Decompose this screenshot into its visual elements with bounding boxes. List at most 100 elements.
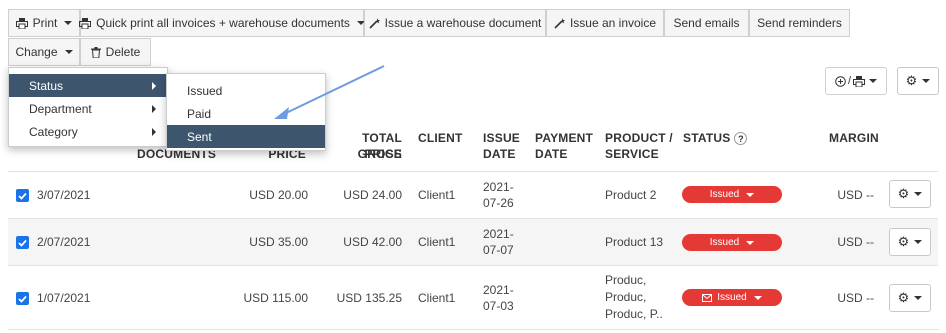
- header-client: CLIENT: [418, 131, 463, 145]
- row-margin: USD --: [837, 235, 874, 249]
- row-issue-date-1: 2021-: [483, 283, 514, 297]
- status-badge[interactable]: Issued: [682, 186, 782, 203]
- chevron-down-icon: [914, 240, 923, 244]
- send-emails-button[interactable]: Send emails: [664, 9, 749, 37]
- row-checkbox[interactable]: [16, 189, 29, 202]
- row-issue-date-1: 2021-: [483, 227, 514, 241]
- settings-gear-button[interactable]: ⚙: [897, 67, 939, 95]
- quick-print-button[interactable]: Quick print all invoices + warehouse doc…: [79, 9, 365, 37]
- row-issue-date-2: 07-03: [483, 299, 514, 313]
- row-checkbox[interactable]: [16, 236, 29, 249]
- menu-item-label: Status: [29, 78, 64, 93]
- chevron-right-icon: [152, 82, 156, 90]
- submenu-item-sent[interactable]: Sent: [167, 125, 325, 148]
- chevron-down-icon: [914, 296, 923, 300]
- envelope-icon: [702, 293, 713, 302]
- check-icon: [18, 192, 27, 200]
- gear-icon: ⚙: [905, 73, 918, 88]
- issue-warehouse-document-button[interactable]: Issue a warehouse document: [364, 9, 546, 37]
- menu-item-department[interactable]: Department: [9, 97, 167, 120]
- chevron-right-icon: [152, 105, 156, 113]
- delete-button[interactable]: Delete: [80, 38, 151, 66]
- menu-item-category[interactable]: Category: [9, 120, 167, 143]
- table-row: [8, 171, 938, 218]
- row-margin: USD --: [837, 291, 874, 305]
- header-issue-date-1: ISSUE: [483, 131, 521, 145]
- change-button[interactable]: Change: [8, 38, 80, 66]
- chevron-down-icon: [64, 21, 73, 25]
- print-button[interactable]: Print: [8, 9, 80, 37]
- issue-warehouse-label: Issue a warehouse document: [384, 16, 542, 30]
- header-issue-date-2: DATE: [483, 147, 516, 161]
- header-total-gross-2: PRICE: [364, 147, 402, 161]
- check-icon: [18, 239, 27, 247]
- check-icon: [18, 295, 27, 303]
- header-product-2: SERVICE: [605, 147, 659, 161]
- header-product-1: PRODUCT /: [605, 131, 673, 145]
- row-price: USD 35.00: [249, 235, 308, 249]
- row-issue-date-1: 2021-: [483, 180, 514, 194]
- row-issue-date-2: 07-26: [483, 196, 514, 210]
- magic-wand-icon: [369, 17, 380, 29]
- send-emails-label: Send emails: [673, 16, 740, 30]
- chevron-down-icon: [746, 240, 755, 245]
- row-gross: USD 24.00: [343, 188, 402, 202]
- menu-item-label: Category: [29, 124, 78, 139]
- status-badge[interactable]: Issued: [682, 289, 782, 306]
- print-options-button[interactable]: /: [825, 67, 887, 95]
- change-label: Change: [15, 45, 58, 59]
- row-actions-button[interactable]: ⚙: [889, 180, 931, 208]
- status-submenu: Issued Paid Sent: [166, 73, 326, 151]
- header-status: STATUS?: [683, 130, 748, 146]
- table-row: [8, 265, 938, 330]
- gear-icon: ⚙: [897, 186, 910, 201]
- send-reminders-button[interactable]: Send reminders: [749, 9, 850, 37]
- chevron-down-icon: [869, 79, 878, 83]
- row-product-1: Produc,: [605, 273, 647, 287]
- issue-invoice-button[interactable]: Issue an invoice: [546, 9, 664, 37]
- plus-circle-icon: [835, 75, 846, 87]
- magic-wand-icon: [554, 17, 565, 29]
- menu-item-label: Department: [29, 101, 92, 116]
- status-badge[interactable]: Issued: [682, 234, 782, 251]
- row-client: Client1: [418, 291, 456, 305]
- row-client: Client1: [418, 188, 456, 202]
- status-badge-label: Issued: [709, 189, 740, 200]
- header-margin: MARGIN: [829, 131, 879, 145]
- table-row: [8, 218, 938, 265]
- row-product-2: Produc,: [605, 290, 647, 304]
- printer-icon: [79, 17, 92, 29]
- row-checkbox[interactable]: [16, 292, 29, 305]
- submenu-item-issued[interactable]: Issued: [167, 79, 325, 102]
- row-product: Product 2: [605, 188, 657, 202]
- status-badge-label: Issued: [717, 292, 747, 303]
- chevron-down-icon: [753, 295, 762, 300]
- printer-icon: [853, 75, 866, 87]
- row-price: USD 115.00: [243, 291, 308, 305]
- row-actions-button[interactable]: ⚙: [889, 228, 931, 256]
- row-gross: USD 135.25: [336, 291, 402, 305]
- header-status-label: STATUS: [683, 131, 731, 145]
- row-actions-button[interactable]: ⚙: [889, 284, 931, 312]
- row-price: USD 20.00: [249, 188, 308, 202]
- gear-icon: ⚙: [897, 290, 910, 305]
- header-payment-date-1: PAYMENT: [535, 131, 594, 145]
- send-reminders-label: Send reminders: [757, 16, 842, 30]
- delete-label: Delete: [105, 45, 141, 59]
- change-dropdown-menu: Status Department Category: [8, 67, 168, 147]
- help-icon[interactable]: ?: [734, 132, 748, 146]
- printer-icon: [15, 17, 28, 29]
- chevron-down-icon: [64, 50, 73, 54]
- print-label: Print: [32, 16, 58, 30]
- row-product: Product 13: [605, 235, 664, 249]
- submenu-item-label: Issued: [187, 83, 223, 98]
- menu-item-status[interactable]: Status: [9, 74, 167, 97]
- submenu-item-label: Paid: [187, 106, 212, 121]
- gear-icon: ⚙: [897, 234, 910, 249]
- chevron-right-icon: [152, 128, 156, 136]
- row-client: Client1: [418, 235, 456, 249]
- chevron-down-icon: [746, 192, 755, 197]
- row-margin: USD --: [837, 188, 874, 202]
- row-issue-date-2: 07-07: [483, 243, 514, 257]
- submenu-item-paid[interactable]: Paid: [167, 102, 325, 125]
